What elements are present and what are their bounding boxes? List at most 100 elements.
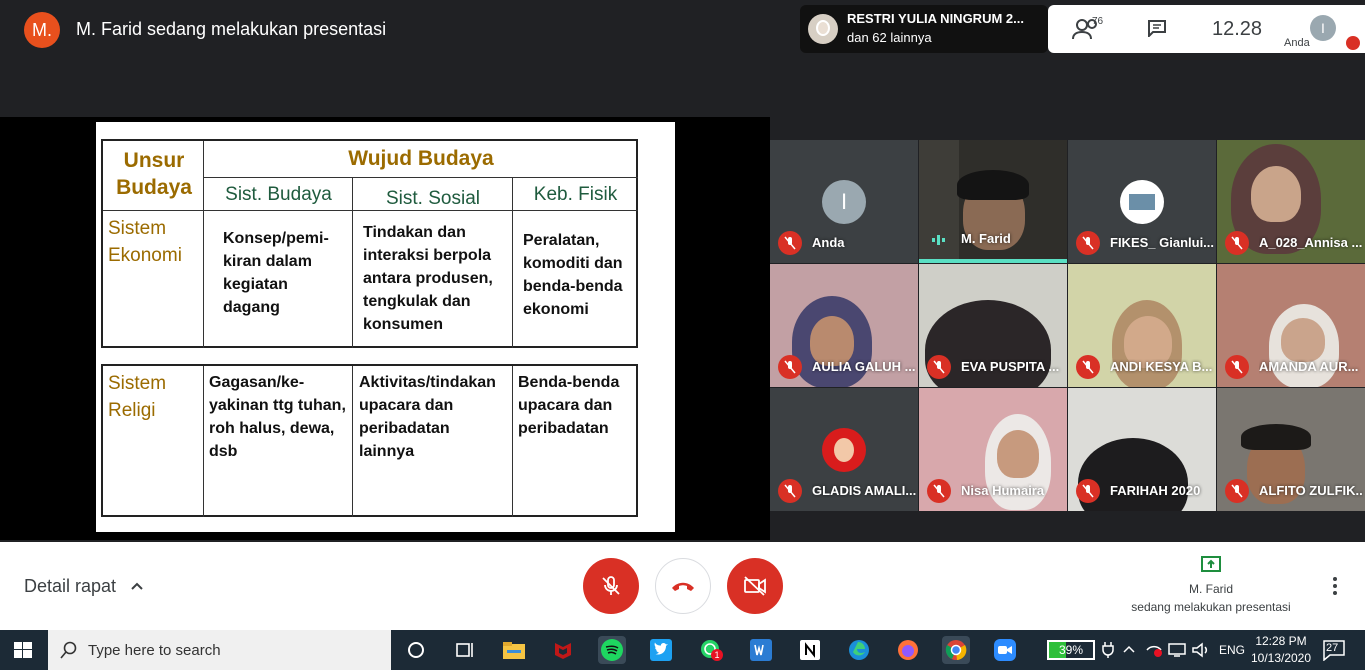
mic-off-icon (1076, 479, 1100, 503)
cell-religi-fisik: Benda-benda upacara dan peribadatan (518, 374, 620, 437)
participant-avatar: I (822, 180, 866, 224)
cell-ekonomi-budaya: Konsep/pemi-kiran dalam kegiatan dagang (223, 230, 329, 316)
display-icon[interactable] (1168, 642, 1186, 658)
spotify-icon[interactable] (598, 636, 626, 664)
presenter-status: sedang melakukan presentasi (1131, 600, 1291, 614)
mcafee-icon[interactable] (549, 636, 577, 664)
slide: Unsur Budaya Wujud Budaya Sist. Budaya S… (96, 122, 675, 532)
row-sistem-religi: Sistem Religi (108, 373, 167, 421)
participant-tile[interactable]: EVA PUSPITA ... (919, 264, 1067, 387)
chevron-up-icon[interactable] (1123, 644, 1135, 654)
notification-center[interactable]: 27 (1322, 639, 1346, 662)
culture-table-bottom: Sistem Religi Gagasan/ke-yakinan ttg tuh… (101, 364, 638, 517)
row-sistem-ekonomi: Sistem Ekonomi (108, 218, 182, 266)
mic-off-icon (602, 576, 620, 595)
taskbar-search-input[interactable]: Type here to search (48, 630, 391, 670)
participant-name: M. Farid (961, 231, 1011, 246)
network-icon[interactable] (1145, 642, 1163, 658)
leave-call-button[interactable] (655, 558, 711, 614)
active-speaker-pill[interactable]: RESTRI YULIA NINGRUM 2... dan 62 lainnya (800, 5, 1048, 53)
participant-tile[interactable]: I Anda (770, 140, 918, 263)
meeting-details-button[interactable]: Detail rapat (24, 576, 116, 597)
camera-toggle-button[interactable] (727, 558, 783, 614)
header-unsur: Unsur Budaya (116, 149, 192, 199)
volume-icon[interactable] (1192, 642, 1210, 658)
clock-time: 12:28 PM (1255, 634, 1307, 648)
notification-count: 27 (1326, 642, 1339, 654)
word-app-icon[interactable] (747, 636, 775, 664)
mic-off-icon (1225, 355, 1249, 379)
system-clock[interactable]: 12:28 PM 10/13/2020 (1250, 633, 1312, 667)
participant-name: ALFITO ZULFIK... (1259, 483, 1363, 498)
mic-off-icon (1076, 355, 1100, 379)
task-view-icon[interactable] (450, 636, 478, 664)
participant-tile[interactable]: M. Farid (919, 140, 1067, 263)
chevron-up-icon[interactable] (130, 579, 144, 593)
culture-table-top: Unsur Budaya Wujud Budaya Sist. Budaya S… (101, 139, 638, 348)
windows-taskbar: Type here to search 1 39% ENG 12:28 PM 1… (0, 630, 1365, 670)
cortana-icon[interactable] (402, 636, 430, 664)
twitter-icon[interactable] (647, 636, 675, 664)
speaker-more: dan 62 lainnya (847, 30, 932, 45)
participant-tile[interactable]: ANDI KESYA B... (1068, 264, 1216, 387)
whatsapp-badge: 1 (711, 649, 723, 661)
participant-tile[interactable]: AULIA GALUH ... (770, 264, 918, 387)
participant-name: ANDI KESYA B... (1110, 359, 1213, 374)
participant-avatar (822, 428, 866, 472)
speaker-avatar (808, 14, 838, 44)
participant-tile[interactable]: FIKES_ Gianlui... (1068, 140, 1216, 263)
participant-tile[interactable]: ALFITO ZULFIK... (1217, 388, 1365, 511)
participant-name: GLADIS AMALI... (812, 483, 916, 498)
cell-ekonomi-sosial: Tindakan dan interaksi berpola antara pr… (363, 224, 493, 333)
mic-off-icon (1225, 479, 1249, 503)
cell-ekonomi-fisik: Peralatan, komoditi dan benda-benda ekon… (523, 232, 623, 318)
more-options-icon[interactable] (1330, 576, 1340, 596)
presenter-name: M. Farid (1188, 582, 1233, 596)
self-label: Anda (1284, 37, 1310, 49)
speaker-name: RESTRI YULIA NINGRUM 2... (847, 11, 1024, 26)
presenting-banner: M. Farid sedang melakukan presentasi (76, 19, 387, 39)
chat-icon[interactable] (1147, 19, 1167, 37)
language-indicator[interactable]: ENG (1219, 643, 1245, 657)
power-plug-icon (1102, 642, 1114, 658)
presenter-avatar: M. (24, 12, 60, 48)
firefox-icon[interactable] (894, 636, 922, 664)
camera-off-icon (744, 576, 766, 596)
participant-name: FIKES_ Gianlui... (1110, 235, 1214, 250)
mic-off-icon (927, 355, 951, 379)
whatsapp-icon[interactable]: 1 (697, 636, 725, 664)
mic-off-icon (778, 231, 802, 255)
file-explorer-icon[interactable] (500, 636, 528, 664)
participant-tile[interactable]: AMANDA AUR... (1217, 264, 1365, 387)
zoom-icon[interactable] (991, 636, 1019, 664)
battery-indicator[interactable]: 39% (1047, 640, 1095, 660)
participant-name: AMANDA AUR... (1259, 359, 1359, 374)
windows-start-icon[interactable] (14, 642, 32, 658)
notion-icon[interactable] (796, 636, 824, 664)
search-icon (60, 641, 77, 659)
top-controls: 76 12.28 I Anda (1048, 5, 1365, 53)
battery-percent: 39% (1058, 643, 1084, 657)
meeting-clock: 12.28 (1212, 18, 1263, 40)
self-avatar[interactable]: I (1310, 15, 1336, 41)
search-placeholder: Type here to search (88, 642, 221, 659)
mic-off-icon (1076, 231, 1100, 255)
mic-off-icon (778, 355, 802, 379)
speaking-icon (932, 235, 945, 245)
participant-name: Nisa Humaira (961, 483, 1045, 498)
self-mic-off-icon (1346, 36, 1360, 50)
presentation-area: Unsur Budaya Wujud Budaya Sist. Budaya S… (0, 117, 770, 540)
participant-tile[interactable]: Nisa Humaira (919, 388, 1067, 511)
participant-name: FARIHAH 2020 (1110, 483, 1201, 498)
participant-tile[interactable]: GLADIS AMALI... (770, 388, 918, 511)
col-sist-budaya: Sist. Budaya (225, 184, 332, 205)
participant-name: A_028_Annisa ... (1259, 235, 1363, 250)
mic-off-icon (927, 479, 951, 503)
present-screen-icon[interactable] (1201, 555, 1221, 573)
participant-tile[interactable]: FARIHAH 2020 (1068, 388, 1216, 511)
chrome-icon[interactable] (942, 636, 970, 664)
mic-off-icon (1225, 231, 1249, 255)
mic-toggle-button[interactable] (583, 558, 639, 614)
edge-icon[interactable] (845, 636, 873, 664)
participant-tile[interactable]: A_028_Annisa ... (1217, 140, 1365, 263)
